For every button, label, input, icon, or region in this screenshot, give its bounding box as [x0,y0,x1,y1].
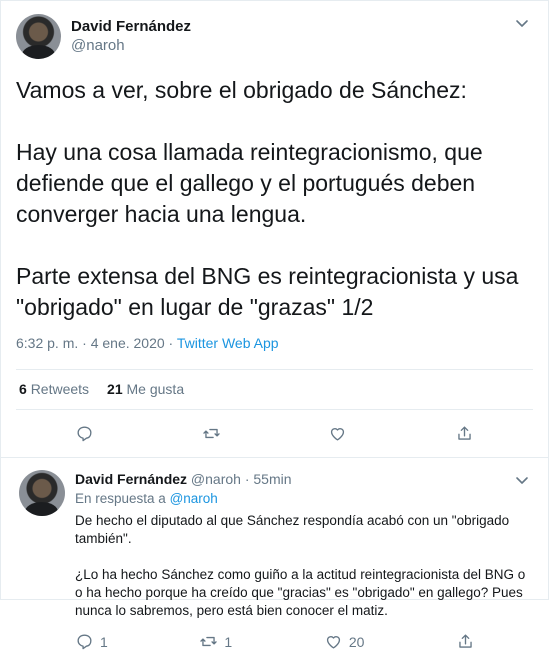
tweet-meta: 6:32 p. m. · 4 ene. 2020 · Twitter Web A… [16,333,533,353]
reply-button[interactable] [75,424,94,443]
reply-handle-time[interactable]: @naroh · 55min [191,471,292,487]
like-count: 20 [348,633,365,650]
retweet-icon [200,636,218,647]
like-button[interactable] [328,424,347,443]
tweet-actions [1,410,548,457]
retweets-count: 6 [19,381,27,397]
in-reply-to: En respuesta a @naroh [75,491,525,506]
likes-stat[interactable]: 21 Me gusta [107,381,184,397]
in-reply-prefix: En respuesta a [75,491,170,506]
tweet-stats: 6 Retweets 21 Me gusta [1,370,548,409]
reply-count: 1 [100,633,108,650]
reply-like-button[interactable]: 20 [324,632,365,651]
tweet-thread: David Fernández @naroh Vamos a ver, sobr… [0,0,549,650]
retweets-label: Retweets [30,381,90,397]
avatar[interactable] [19,470,65,516]
author-display-name[interactable]: David Fernández [71,17,191,36]
tweet-header: David Fernández @naroh [16,13,533,59]
reply-text: De hecho el diputado al que Sánchez resp… [75,513,526,618]
reply-body: David Fernández @naroh · 55min En respue… [75,470,525,651]
heart-icon [331,428,345,441]
tweet-text: Vamos a ver, sobre el obrigado de Sánche… [16,77,519,320]
retweet-count: 1 [224,633,233,650]
chevron-down-icon[interactable] [514,472,530,488]
reply-share-button[interactable] [456,632,475,651]
retweets-stat[interactable]: 6 Retweets [19,381,89,397]
tweet-time[interactable]: 6:32 p. m. · 4 ene. 2020 · [16,335,177,351]
retweet-icon [202,428,220,439]
chevron-down-icon[interactable] [514,15,530,31]
share-button[interactable] [455,424,474,443]
reply-retweet-button[interactable]: 1 [199,632,232,651]
share-icon [459,634,472,648]
author-names: David Fernández @naroh [71,17,191,55]
avatar[interactable] [16,13,61,59]
tweet-source-app[interactable]: Twitter Web App [177,335,279,351]
author-handle[interactable]: @naroh [71,36,191,55]
reply-icon [77,634,92,650]
retweet-button[interactable] [202,424,221,443]
likes-label: Me gusta [126,381,185,397]
reply-reply-button[interactable]: 1 [75,632,108,651]
reply-actions: 1 1 20 [75,632,475,651]
main-tweet: David Fernández @naroh Vamos a ver, sobr… [1,1,548,369]
reply-author-display-name[interactable]: David Fernández [75,471,187,487]
reply-icon [77,426,92,442]
in-reply-handle-link[interactable]: @naroh [170,491,218,506]
reply-header: David Fernández @naroh · 55min [75,470,525,489]
reply-tweet[interactable]: David Fernández @naroh · 55min En respue… [1,458,548,651]
likes-count: 21 [107,381,123,397]
heart-icon [326,636,340,649]
share-icon [458,426,471,440]
